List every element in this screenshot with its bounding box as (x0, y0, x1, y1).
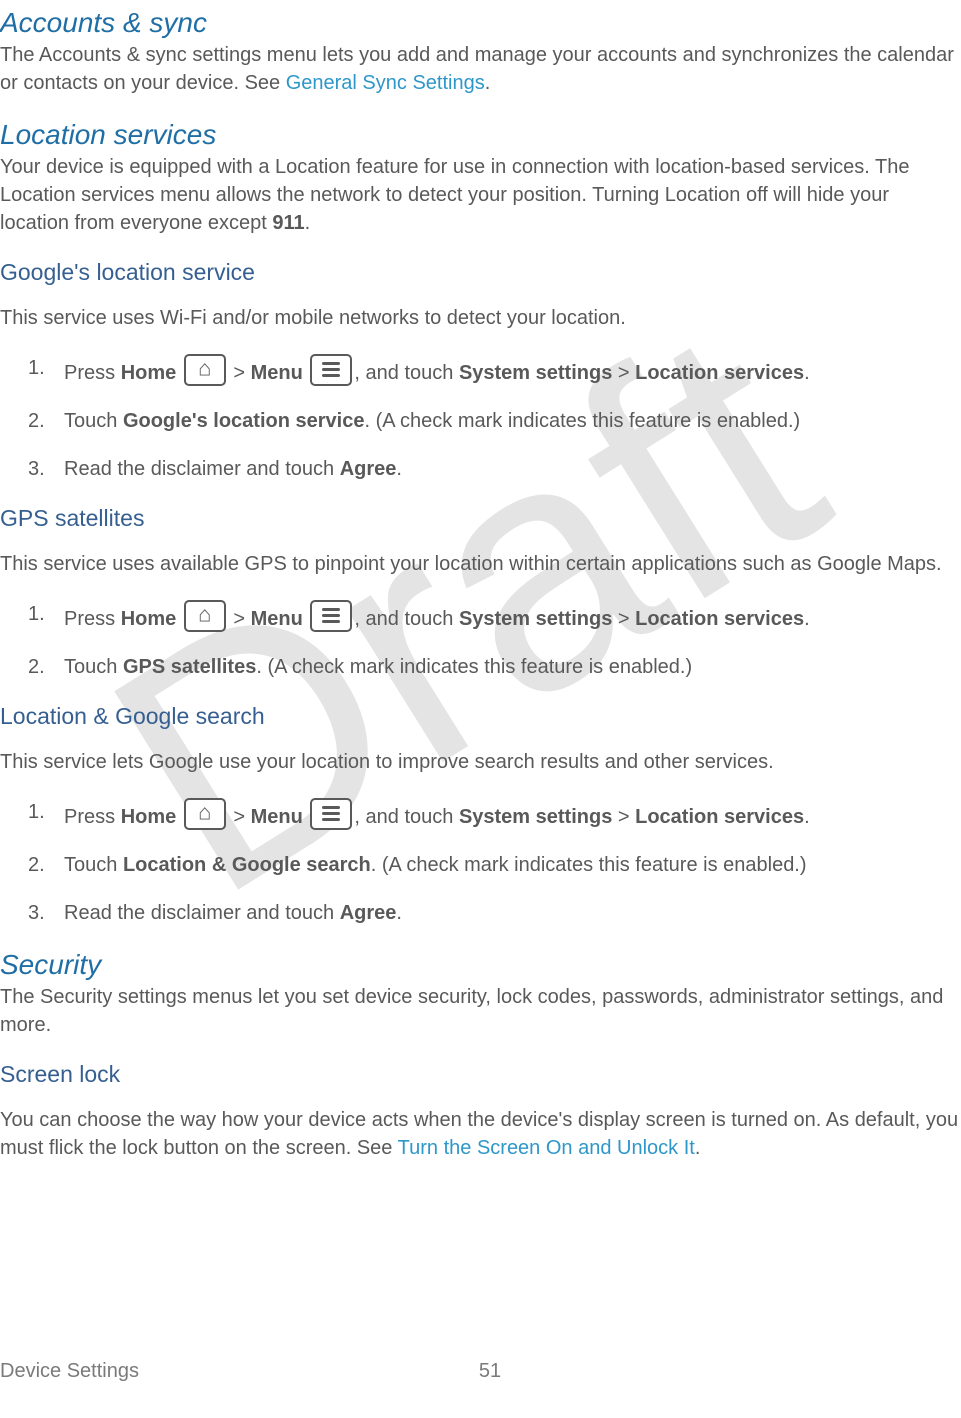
google-location-intro: This service uses Wi-Fi and/or mobile ne… (0, 304, 961, 332)
text-segment: Touch (64, 410, 123, 432)
text-segment: . (305, 212, 311, 234)
link-turn-screen-on[interactable]: Turn the Screen On and Unlock It (398, 1137, 695, 1159)
page-footer: Device Settings 51 (0, 1360, 961, 1383)
bold-menu: Menu (251, 608, 303, 630)
list-item: Press Home > Menu , and touch System set… (64, 600, 961, 633)
bold-gps-satellites: GPS satellites (123, 656, 256, 678)
text-segment: > (612, 608, 635, 630)
list-item: Read the disclaimer and touch Agree. (64, 455, 961, 483)
location-services-intro: Your device is equipped with a Location … (0, 153, 961, 237)
bold-system-settings: System settings (459, 362, 612, 384)
bold-home: Home (121, 806, 177, 828)
text-segment: , and touch (354, 608, 459, 630)
footer-page-number: 51 (139, 1360, 961, 1383)
list-item: Touch Location & Google search. (A check… (64, 851, 961, 879)
text-segment: Touch (64, 656, 123, 678)
home-icon (184, 600, 226, 632)
bold-location-services: Location services (635, 608, 804, 630)
text-segment: Read the disclaimer and touch (64, 902, 340, 924)
heading-gps-satellites: GPS satellites (0, 505, 961, 532)
text-segment: > (612, 806, 635, 828)
text-segment: . (804, 806, 810, 828)
text-segment: . (804, 362, 810, 384)
text-segment: , and touch (354, 362, 459, 384)
bold-911: 911 (272, 212, 304, 234)
home-icon (184, 354, 226, 386)
bold-location-services: Location services (635, 806, 804, 828)
heading-google-location: Google's location service (0, 259, 961, 286)
bold-google-loc-service: Google's location service (123, 410, 365, 432)
text-segment: Touch (64, 854, 123, 876)
text-segment: . (A check mark indicates this feature i… (371, 854, 807, 876)
list-item: Read the disclaimer and touch Agree. (64, 899, 961, 927)
menu-icon (310, 600, 352, 632)
google-location-steps: Press Home > Menu , and touch System set… (0, 354, 961, 483)
bold-agree: Agree (340, 902, 397, 924)
heading-location-google-search: Location & Google search (0, 703, 961, 730)
home-icon (184, 798, 226, 830)
text-segment: Press (64, 806, 121, 828)
list-item: Press Home > Menu , and touch System set… (64, 354, 961, 387)
bold-location-services: Location services (635, 362, 804, 384)
screen-lock-intro: You can choose the way how your device a… (0, 1106, 961, 1162)
text-segment: > (228, 362, 251, 384)
text-segment: . (396, 902, 402, 924)
list-item: Press Home > Menu , and touch System set… (64, 798, 961, 831)
heading-security: Security (0, 949, 961, 981)
loc-search-intro: This service lets Google use your locati… (0, 748, 961, 776)
link-general-sync[interactable]: General Sync Settings (286, 72, 485, 94)
text-segment: . (A check mark indicates this feature i… (364, 410, 800, 432)
text-segment: Press (64, 608, 121, 630)
footer-section-name: Device Settings (0, 1360, 139, 1383)
text-segment: > (228, 608, 251, 630)
accounts-sync-intro: The Accounts & sync settings menu lets y… (0, 41, 961, 97)
gps-steps: Press Home > Menu , and touch System set… (0, 600, 961, 681)
menu-icon (310, 798, 352, 830)
bold-menu: Menu (251, 362, 303, 384)
bold-menu: Menu (251, 806, 303, 828)
heading-location-services: Location services (0, 119, 961, 151)
bold-system-settings: System settings (459, 608, 612, 630)
text-segment: . (A check mark indicates this feature i… (256, 656, 692, 678)
bold-system-settings: System settings (459, 806, 612, 828)
text-segment: . (695, 1137, 701, 1159)
menu-icon (310, 354, 352, 386)
gps-intro: This service uses available GPS to pinpo… (0, 550, 961, 578)
text-segment: > (612, 362, 635, 384)
text-segment: , and touch (354, 806, 459, 828)
list-item: Touch GPS satellites. (A check mark indi… (64, 653, 961, 681)
bold-agree: Agree (340, 458, 397, 480)
text-segment: Your device is equipped with a Location … (0, 156, 909, 234)
heading-accounts-sync: Accounts & sync (0, 7, 961, 39)
bold-home: Home (121, 362, 177, 384)
text-segment: > (228, 806, 251, 828)
security-intro: The Security settings menus let you set … (0, 983, 961, 1039)
bold-location-google-search: Location & Google search (123, 854, 371, 876)
text-segment: Press (64, 362, 121, 384)
bold-home: Home (121, 608, 177, 630)
loc-search-steps: Press Home > Menu , and touch System set… (0, 798, 961, 927)
text-segment: . (485, 72, 491, 94)
text-segment: Read the disclaimer and touch (64, 458, 340, 480)
list-item: Touch Google's location service. (A chec… (64, 407, 961, 435)
heading-screen-lock: Screen lock (0, 1061, 961, 1088)
text-segment: . (804, 608, 810, 630)
text-segment: . (396, 458, 402, 480)
